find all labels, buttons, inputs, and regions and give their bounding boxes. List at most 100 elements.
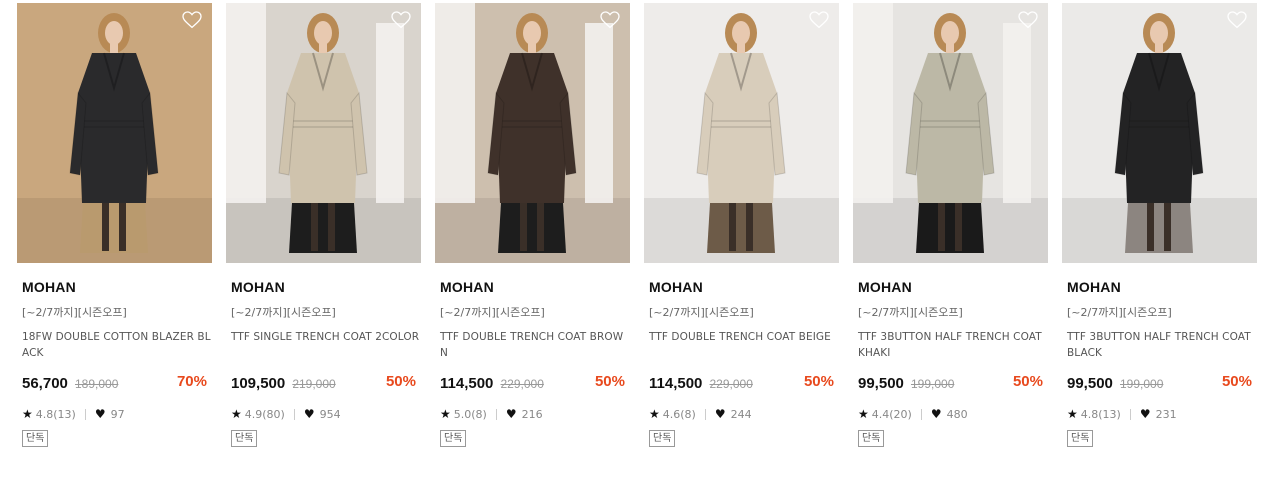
wishlist-heart-icon[interactable] — [1227, 11, 1247, 29]
product-photo — [17, 3, 212, 263]
like-count: 216 — [521, 407, 543, 421]
review-meta: ★ 4.8(13) ♥ 97 — [22, 407, 212, 421]
product-image[interactable] — [17, 3, 212, 263]
like-count: 231 — [1155, 407, 1177, 421]
star-icon: ★ — [858, 407, 869, 421]
product-name[interactable]: TTF DOUBLE TRENCH COAT BEIGE — [649, 329, 839, 361]
product-photo — [226, 3, 421, 263]
star-icon: ★ — [440, 407, 451, 421]
divider — [1129, 408, 1131, 420]
review-meta: ★ 4.9(80) ♥ 954 — [231, 407, 421, 421]
heart-icon: ♥ — [505, 407, 517, 421]
product-card[interactable]: MOHAN [~2/7까지][시즌오프] TTF DOUBLE TRENCH C… — [644, 3, 839, 447]
star-icon: ★ — [231, 407, 242, 421]
brand-name[interactable]: MOHAN — [1067, 279, 1257, 295]
discount-rate: 50% — [385, 373, 416, 390]
product-image[interactable] — [226, 3, 421, 263]
price-row: 114,500 229,000 50% — [440, 373, 630, 393]
wishlist-heart-icon[interactable] — [809, 11, 829, 29]
exclusive-badge: 단독 — [649, 430, 676, 447]
rating-text: 4.4(20) — [871, 407, 912, 421]
discount-rate: 50% — [803, 373, 834, 390]
product-card[interactable]: MOHAN [~2/7까지][시즌오프] 18FW DOUBLE COTTON … — [17, 3, 212, 447]
original-price: 199,000 — [1119, 377, 1164, 391]
product-card[interactable]: MOHAN [~2/7까지][시즌오프] TTF DOUBLE TRENCH C… — [435, 3, 630, 447]
rating-text: 5.0(8) — [453, 407, 487, 421]
product-name[interactable]: 18FW DOUBLE COTTON BLAZER BLACK — [22, 329, 212, 361]
heart-icon: ♥ — [930, 407, 942, 421]
wishlist-heart-icon[interactable] — [600, 11, 620, 29]
divider — [495, 408, 497, 420]
product-card[interactable]: MOHAN [~2/7까지][시즌오프] TTF 3BUTTON HALF TR… — [1062, 3, 1257, 447]
original-price: 229,000 — [500, 377, 544, 391]
divider — [293, 408, 295, 420]
original-price: 199,000 — [910, 377, 955, 391]
sale-price: 109,500 — [231, 375, 286, 392]
rating-text: 4.9(80) — [244, 407, 285, 421]
review-meta: ★ 4.4(20) ♥ 480 — [858, 407, 1048, 421]
heart-icon: ♥ — [714, 407, 726, 421]
promo-text: [~2/7까지][시즌오프] — [22, 306, 127, 319]
promo-text: [~2/7까지][시즌오프] — [858, 306, 963, 319]
product-image[interactable] — [853, 3, 1048, 263]
product-name[interactable]: TTF 3BUTTON HALF TRENCH COAT BLACK — [1067, 329, 1257, 361]
original-price: 189,000 — [74, 377, 119, 391]
brand-name[interactable]: MOHAN — [649, 279, 839, 295]
heart-icon: ♥ — [1139, 407, 1151, 421]
price-row: 56,700 189,000 70% — [22, 373, 212, 393]
original-price: 219,000 — [292, 377, 336, 391]
heart-icon: ♥ — [94, 407, 106, 421]
promo-text: [~2/7까지][시즌오프] — [231, 306, 336, 319]
product-card[interactable]: MOHAN [~2/7까지][시즌오프] TTF SINGLE TRENCH C… — [226, 3, 421, 447]
promo-text: [~2/7까지][시즌오프] — [649, 306, 754, 319]
like-count: 97 — [110, 407, 125, 421]
discount-rate: 50% — [1012, 373, 1043, 390]
discount-rate: 50% — [1221, 373, 1252, 390]
like-count: 480 — [946, 407, 968, 421]
review-meta: ★ 4.6(8) ♥ 244 — [649, 407, 839, 421]
exclusive-badge: 단독 — [231, 430, 258, 447]
product-photo — [853, 3, 1048, 263]
exclusive-badge: 단독 — [858, 430, 885, 447]
exclusive-badge: 단독 — [1067, 430, 1094, 447]
price-row: 99,500 199,000 50% — [1067, 373, 1257, 393]
price-row: 114,500 229,000 50% — [649, 373, 839, 393]
sale-price: 56,700 — [22, 375, 68, 392]
star-icon: ★ — [649, 407, 660, 421]
sale-price: 99,500 — [858, 375, 904, 392]
discount-rate: 70% — [176, 373, 207, 390]
sale-price: 99,500 — [1067, 375, 1113, 392]
product-grid: MOHAN [~2/7까지][시즌오프] 18FW DOUBLE COTTON … — [0, 0, 1264, 488]
original-price: 229,000 — [709, 377, 753, 391]
product-name[interactable]: TTF DOUBLE TRENCH COAT BROWN — [440, 329, 630, 361]
product-photo — [644, 3, 839, 263]
review-meta: ★ 5.0(8) ♥ 216 — [440, 407, 630, 421]
exclusive-badge: 단독 — [22, 430, 49, 447]
wishlist-heart-icon[interactable] — [1018, 11, 1038, 29]
like-count: 954 — [319, 407, 341, 421]
discount-rate: 50% — [594, 373, 625, 390]
wishlist-heart-icon[interactable] — [391, 11, 411, 29]
product-name[interactable]: TTF 3BUTTON HALF TRENCH COAT KHAKI — [858, 329, 1048, 361]
wishlist-heart-icon[interactable] — [182, 11, 202, 29]
brand-name[interactable]: MOHAN — [231, 279, 421, 295]
rating-text: 4.8(13) — [1080, 407, 1121, 421]
rating-text: 4.8(13) — [35, 407, 76, 421]
brand-name[interactable]: MOHAN — [440, 279, 630, 295]
divider — [920, 408, 922, 420]
product-photo — [435, 3, 630, 263]
brand-name[interactable]: MOHAN — [22, 279, 212, 295]
product-image[interactable] — [435, 3, 630, 263]
like-count: 244 — [730, 407, 752, 421]
sale-price: 114,500 — [649, 375, 703, 392]
divider — [84, 408, 86, 420]
product-image[interactable] — [1062, 3, 1257, 263]
price-row: 99,500 199,000 50% — [858, 373, 1048, 393]
divider — [704, 408, 706, 420]
product-card[interactable]: MOHAN [~2/7까지][시즌오프] TTF 3BUTTON HALF TR… — [853, 3, 1048, 447]
brand-name[interactable]: MOHAN — [858, 279, 1048, 295]
product-image[interactable] — [644, 3, 839, 263]
exclusive-badge: 단독 — [440, 430, 467, 447]
product-photo — [1062, 3, 1257, 263]
product-name[interactable]: TTF SINGLE TRENCH COAT 2COLOR — [231, 329, 421, 361]
